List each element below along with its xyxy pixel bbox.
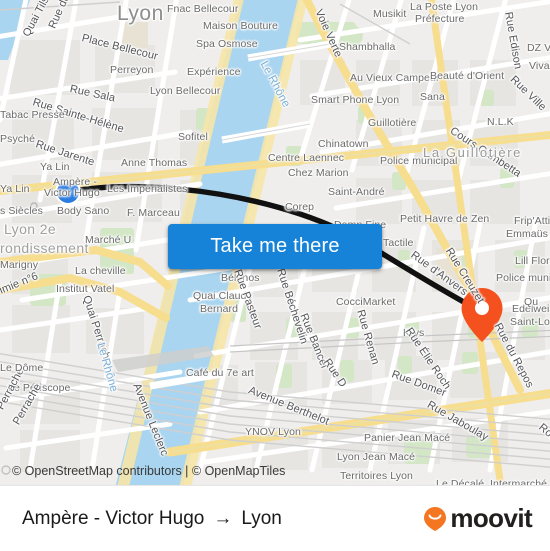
map-canvas[interactable]: Quai Tilsit Rue du Plat Lyon Fnac Bellecour… <box>0 0 550 485</box>
route-summary: Ampère - Victor Hugo → Lyon <box>0 508 282 530</box>
route-footer: Ampère - Victor Hugo → Lyon moovit <box>0 485 550 551</box>
moovit-pin-icon <box>424 506 447 531</box>
origin-marker <box>55 179 81 205</box>
arrow-right-icon: → <box>213 507 233 529</box>
moovit-wordmark: moovit <box>450 503 532 533</box>
take-me-there-button[interactable]: Take me there <box>168 224 382 269</box>
attribution-text: © OpenStreetMap contributors | © OpenMap… <box>12 464 286 478</box>
moovit-logo[interactable]: moovit <box>422 503 550 534</box>
map-attribution: © OpenStreetMap contributors | © OpenMap… <box>0 457 550 485</box>
moovit-route-widget: Quai Tilsit Rue du Plat Lyon Fnac Bellecour… <box>0 0 550 551</box>
route-origin-label: Ampère - Victor Hugo <box>22 507 205 529</box>
route-destination-label: Lyon <box>241 507 282 529</box>
